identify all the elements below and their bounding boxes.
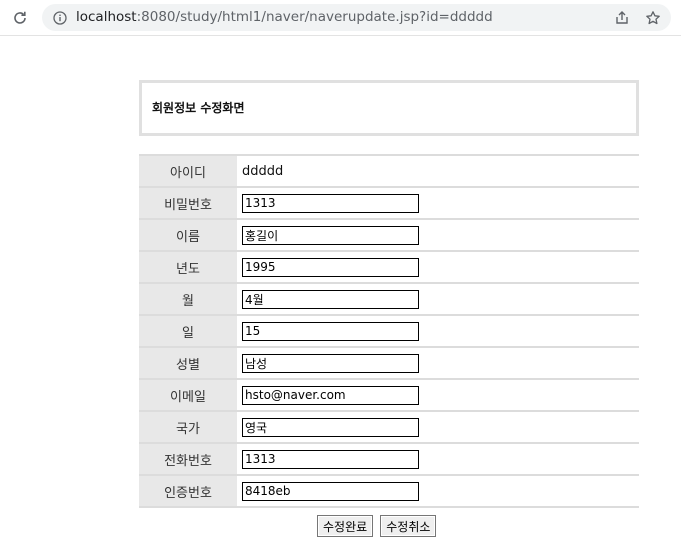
phone-input[interactable] (242, 449, 419, 469)
star-icon[interactable] (644, 9, 662, 27)
label-password: 비밀번호 (139, 186, 237, 219)
form-row-gender: 성별 (139, 346, 639, 379)
value-password-cell (237, 186, 639, 219)
value-year-cell (237, 250, 639, 283)
form-row-year: 년도 (139, 250, 639, 283)
email-input[interactable] (242, 385, 419, 405)
value-auth-code-cell (237, 474, 639, 508)
gender-input[interactable] (242, 353, 419, 373)
label-auth-code: 인증번호 (139, 474, 237, 508)
id-value: ddddd (242, 163, 284, 179)
label-name: 이름 (139, 218, 237, 251)
cancel-update-button[interactable]: 수정취소 (380, 515, 437, 537)
year-input[interactable] (242, 257, 419, 277)
label-year: 년도 (139, 250, 237, 283)
value-id-cell: ddddd (237, 154, 639, 187)
url-text[interactable]: localhost:8080/study/html1/naver/naverup… (76, 4, 493, 31)
value-phone-cell (237, 442, 639, 475)
form-row-auth-code: 인증번호 (139, 474, 639, 508)
form-row-password: 비밀번호 (139, 186, 639, 219)
button-row: 수정완료 수정취소 (317, 515, 438, 537)
form-row-month: 월 (139, 282, 639, 315)
browser-toolbar: localhost:8080/study/html1/naver/naverup… (0, 0, 681, 36)
form-row-email: 이메일 (139, 378, 639, 411)
url-path: :8080/study/html1/naver/naverupdate.jsp?… (136, 9, 493, 25)
month-input[interactable] (242, 289, 419, 309)
page-title: 회원정보 수정화면 (152, 101, 245, 115)
label-email: 이메일 (139, 378, 237, 411)
value-country-cell (237, 410, 639, 443)
label-phone: 전화번호 (139, 442, 237, 475)
value-email-cell (237, 378, 639, 411)
title-box: 회원정보 수정화면 (139, 80, 639, 136)
label-day: 일 (139, 314, 237, 347)
form-row-country: 국가 (139, 410, 639, 443)
member-update-form: 아이디 ddddd 비밀번호 이름 년도 월 일 성별 이메일 국가 전화번호 … (139, 154, 639, 508)
value-month-cell (237, 282, 639, 315)
url-host: localhost (76, 9, 137, 25)
info-icon[interactable] (52, 10, 68, 26)
day-input[interactable] (242, 321, 419, 341)
form-row-id: 아이디 ddddd (139, 154, 639, 187)
label-gender: 성별 (139, 346, 237, 379)
share-icon[interactable] (613, 9, 631, 27)
label-id: 아이디 (139, 154, 237, 187)
form-row-name: 이름 (139, 218, 639, 251)
label-month: 월 (139, 282, 237, 315)
form-row-day: 일 (139, 314, 639, 347)
reload-icon[interactable] (10, 8, 30, 28)
auth-code-input[interactable] (242, 481, 419, 501)
password-input[interactable] (242, 193, 419, 213)
country-input[interactable] (242, 417, 419, 437)
form-row-phone: 전화번호 (139, 442, 639, 475)
address-bar[interactable]: localhost:8080/study/html1/naver/naverup… (42, 4, 671, 31)
submit-update-button[interactable]: 수정완료 (317, 515, 374, 537)
label-country: 국가 (139, 410, 237, 443)
name-input[interactable] (242, 225, 419, 245)
value-day-cell (237, 314, 639, 347)
value-name-cell (237, 218, 639, 251)
value-gender-cell (237, 346, 639, 379)
